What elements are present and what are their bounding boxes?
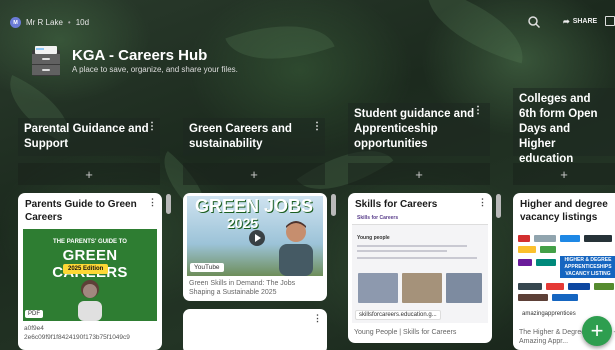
card-description: Young People | Skills for Careers	[354, 329, 457, 336]
company-logo	[584, 235, 612, 242]
page-subtitle: A place to save, organize, and share you…	[72, 65, 238, 74]
company-logo	[534, 235, 556, 242]
thumbnail-heading: GREEN JOBS	[195, 196, 314, 216]
website-thumbnail[interactable]: Skills for Careers Young people skillsfo…	[352, 213, 488, 323]
card-meta-line: 2e6c09f9f1f8424190f173b75f1049c9	[24, 334, 130, 341]
post-card-blank[interactable]: ⋮	[183, 309, 327, 350]
company-logo	[568, 283, 590, 290]
card-menu-icon[interactable]: ⋮	[313, 313, 322, 324]
text-line	[357, 257, 477, 259]
column-title: Parental Guidance and Support	[24, 123, 149, 150]
column-title: Colleges and 6th form Open Days and High…	[519, 93, 598, 165]
filing-cabinet-icon	[32, 46, 60, 76]
post-card-parents-guide[interactable]: Parents Guide to Green Careers ⋮ THE PAR…	[18, 193, 162, 350]
column-menu-icon[interactable]: ⋮	[473, 105, 483, 116]
thumbnail-year: 2025	[227, 215, 259, 231]
user-name: Mr R Lake	[26, 18, 63, 27]
card-title: Higher and degree vacancy listings	[520, 199, 608, 223]
site-heading: Young people	[357, 235, 390, 241]
thumbnail-text: THE PARENTS' GUIDE TO	[53, 239, 127, 245]
company-logo	[594, 283, 614, 290]
company-logo	[518, 294, 548, 301]
column-scrollbar[interactable]	[496, 194, 501, 218]
share-button[interactable]: ➦ SHARE	[563, 17, 597, 26]
site-header-bar: Skills for Careers	[352, 213, 488, 225]
thumbnail-badge: 2025 Edition	[63, 264, 109, 274]
card-title: Parents Guide to Green Careers	[25, 199, 137, 223]
post-card-green-jobs[interactable]: ⋮ GREEN JOBS 2025 YouTube Green Skills i…	[183, 193, 327, 301]
fullscreen-icon[interactable]	[605, 16, 615, 26]
avatar[interactable]: M	[10, 17, 21, 28]
company-logo	[518, 259, 532, 266]
child-illustration	[78, 280, 102, 321]
column-header-green[interactable]: Green Careers and sustainability	[183, 118, 325, 156]
source-badge: YouTube	[190, 263, 224, 272]
company-logo	[552, 294, 578, 301]
text-line	[357, 250, 447, 252]
top-bar: M Mr R Lake • 10d ➦ SHARE	[0, 0, 615, 40]
file-type-badge: PDF	[25, 310, 43, 318]
company-logo	[560, 235, 580, 242]
play-icon[interactable]	[249, 230, 265, 246]
column-menu-icon[interactable]: ⋮	[147, 121, 157, 132]
company-logo	[518, 246, 536, 253]
add-post-button[interactable]: +	[513, 163, 615, 185]
separator-dot: •	[67, 18, 71, 27]
vacancy-banner: HIGHER & DEGREE APPRENTICESHIPS VACANCY …	[560, 256, 615, 278]
card-thumbnail[interactable]: THE PARENTS' GUIDE TO GREEN CAREERS 2025…	[23, 229, 157, 321]
site-image	[446, 273, 482, 303]
search-icon[interactable]	[527, 15, 541, 29]
video-thumbnail[interactable]: GREEN JOBS 2025 YouTube	[187, 196, 323, 276]
link-url: amazingapprentices	[519, 310, 579, 318]
card-title: Skills for Careers	[355, 199, 438, 210]
share-icon: ➦	[563, 17, 570, 26]
user-info[interactable]: M Mr R Lake • 10d	[10, 17, 89, 28]
share-label: SHARE	[572, 18, 598, 25]
site-image	[358, 273, 398, 303]
page-title: KGA - Careers Hub	[72, 47, 208, 64]
card-meta-line: a0f9e4	[24, 325, 44, 332]
company-logo	[540, 246, 556, 253]
person-illustration	[279, 221, 313, 276]
company-logo	[546, 283, 564, 290]
column-header-student[interactable]: Student guidance and Apprenticeship oppo…	[348, 103, 490, 156]
column-header-parental[interactable]: Parental Guidance and Support	[18, 118, 160, 156]
card-menu-icon[interactable]: ⋮	[148, 197, 157, 208]
add-post-fab[interactable]: +	[582, 316, 612, 346]
site-brand: Skills for Careers	[357, 215, 399, 221]
column-menu-icon[interactable]: ⋮	[312, 121, 322, 132]
column-title: Student guidance and Apprenticeship oppo…	[354, 108, 475, 150]
add-post-button[interactable]: +	[18, 163, 160, 185]
time-ago: 10d	[75, 18, 90, 27]
post-card-skills-for-careers[interactable]: Skills for Careers ⋮ Skills for Careers …	[348, 193, 492, 343]
company-logo	[536, 259, 556, 266]
column-scrollbar[interactable]	[166, 194, 171, 214]
link-url: skillsforcareers.education.g...	[355, 310, 441, 320]
card-menu-icon[interactable]: ⋮	[478, 197, 487, 208]
text-line	[357, 245, 467, 247]
company-logo	[518, 235, 530, 242]
column-header-colleges[interactable]: Colleges and 6th form Open Days and High…	[513, 88, 615, 165]
column-scrollbar[interactable]	[331, 194, 336, 216]
card-description: Green Skills in Demand: The Jobs Shaping…	[189, 280, 296, 296]
add-post-button[interactable]: +	[183, 163, 325, 185]
site-image	[402, 273, 442, 303]
company-logo	[518, 283, 542, 290]
column-title: Green Careers and sustainability	[189, 123, 292, 150]
website-thumbnail[interactable]: HIGHER & DEGREE APPRENTICESHIPS VACANCY …	[516, 231, 615, 319]
add-post-button[interactable]: +	[348, 163, 490, 185]
